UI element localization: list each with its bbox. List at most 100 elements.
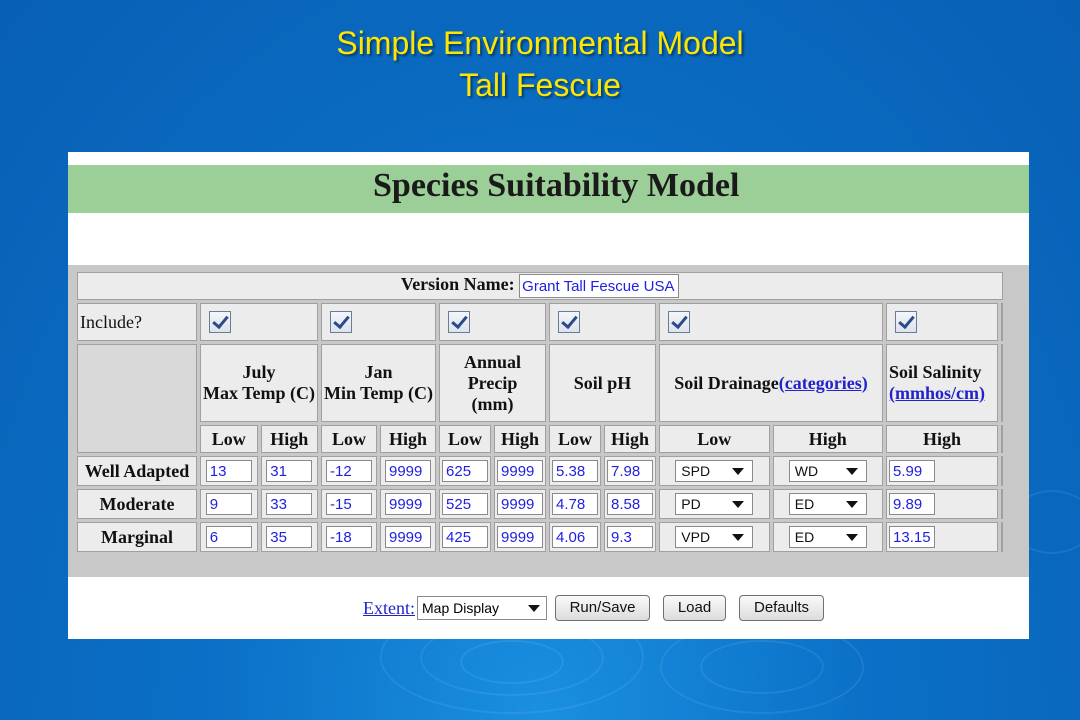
select-value: SPD [681,463,711,480]
table-edge [1001,303,1004,341]
version-row: Version Name: [77,272,1004,300]
version-name-input[interactable] [519,274,680,298]
col-header-precip: Annual Precip (mm) [439,344,547,422]
cell [604,456,657,486]
value-input[interactable] [442,526,489,549]
subheader-low: Low [200,425,258,453]
drainage-high-select[interactable]: ED [788,493,867,516]
extent-select[interactable]: Map Display [417,596,547,620]
value-input[interactable] [205,493,252,516]
cell [604,489,657,519]
drainage-low-select[interactable]: SPD [675,460,754,483]
col-header-july-max: July Max Temp (C) [200,344,318,422]
cell [260,456,318,486]
value-input[interactable] [385,493,431,516]
extent-link[interactable]: Extent: [363,598,415,619]
drainage-categories-link[interactable]: (categories) [779,373,868,393]
cell [494,456,547,486]
value-input[interactable] [266,460,313,483]
dropdown-caret-icon [732,468,745,476]
include-salinity-checkbox[interactable] [895,311,918,334]
col-header-july-line1: July [242,362,276,382]
col-header-jan-line2: Min Temp (C) [324,383,434,403]
col-header-jan-line1: Jan [364,362,393,382]
cell [321,522,377,552]
value-input[interactable] [385,460,431,483]
app-screenshot: Species Suitability Model Version Name: … [68,152,1029,639]
drainage-low-select[interactable]: VPD [675,526,754,549]
include-soil-ph-cell [549,303,657,341]
value-input[interactable] [326,493,372,516]
include-precip-checkbox[interactable] [448,311,471,334]
value-input[interactable] [205,460,252,483]
drainage-low-select[interactable]: PD [675,493,754,516]
cell [549,522,602,552]
col-header-drainage-label: Soil Drainage [674,372,779,393]
cell: PD [659,489,770,519]
select-value: PD [681,496,701,513]
value-input[interactable] [266,493,313,516]
include-soil-ph-checkbox[interactable] [558,311,581,334]
include-drainage-checkbox[interactable] [668,311,691,334]
value-input[interactable] [497,493,544,516]
value-input[interactable] [607,460,654,483]
header-blank [77,344,197,453]
value-input[interactable] [326,460,372,483]
dropdown-caret-icon [528,605,540,612]
table-edge [1001,344,1004,422]
cell [380,522,437,552]
value-input[interactable] [266,526,313,549]
model-table: Version Name: Include? July M [74,269,1006,555]
table-edge [1001,489,1004,519]
drainage-high-select[interactable]: WD [788,460,867,483]
value-input[interactable] [889,493,936,516]
cell [439,522,492,552]
subheader-high: High [380,425,437,453]
value-input[interactable] [326,526,372,549]
value-input[interactable] [205,526,252,549]
dropdown-caret-icon [732,534,745,542]
value-input[interactable] [442,493,489,516]
cell: ED [772,489,884,519]
subheader-low: Low [439,425,492,453]
col-header-salinity-label: Soil Salinity [889,362,982,382]
table-edge [1001,425,1004,453]
include-july-max-checkbox[interactable] [209,311,231,334]
load-button[interactable]: Load [663,595,726,621]
subheader-low: Low [659,425,770,453]
dropdown-caret-icon [845,501,858,509]
value-input[interactable] [442,460,489,483]
drainage-high-select[interactable]: ED [788,526,867,549]
value-input[interactable] [552,493,599,516]
run-save-button[interactable]: Run/Save [555,595,650,621]
select-value: ED [794,529,815,546]
value-input[interactable] [385,526,431,549]
include-jan-min-checkbox[interactable] [330,311,352,334]
col-header-july-line2: Max Temp (C) [203,383,315,403]
cell [380,489,437,519]
value-input[interactable] [497,460,544,483]
cell: WD [772,456,884,486]
value-input[interactable] [889,460,936,483]
slide-title-line-1: Simple Environmental Model [336,25,744,61]
dropdown-caret-icon [845,468,858,476]
value-input[interactable] [607,493,654,516]
defaults-button[interactable]: Defaults [739,595,824,621]
value-input[interactable] [497,526,544,549]
select-value: VPD [681,529,711,546]
col-header-precip-line3: (mm) [471,393,514,414]
value-input[interactable] [607,526,654,549]
subheader-high: High [260,425,318,453]
value-input[interactable] [552,526,599,549]
cell: ED [772,522,884,552]
table-row: Well Adapted SPD WD [77,456,1004,486]
salinity-units-link[interactable]: (mmhos/cm) [889,383,995,404]
cell [200,522,258,552]
value-input[interactable] [552,460,599,483]
background-ripple [700,640,824,694]
value-input[interactable] [889,526,936,549]
subheader-low: Low [321,425,377,453]
row-label: Well Adapted [77,456,197,486]
row-label: Marginal [77,522,197,552]
table-row: Marginal VPD ED [77,522,1004,552]
